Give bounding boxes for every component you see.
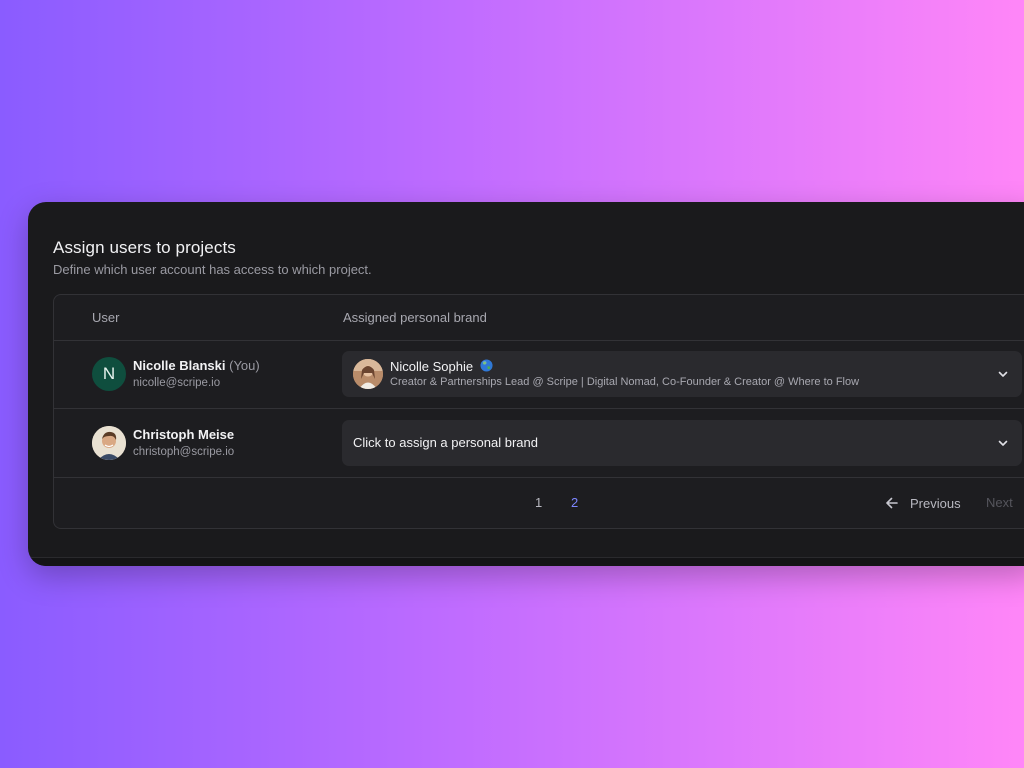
table-row: N Nicolle Blanski (You) nicolle@scripe.i… — [54, 340, 1024, 409]
you-label: (You) — [229, 358, 260, 373]
page-subtitle: Define which user account has access to … — [53, 262, 372, 277]
user-name: Christoph Meise — [133, 427, 234, 442]
user-name: Nicolle Blanski (You) — [133, 358, 260, 373]
page-1-button[interactable]: 1 — [535, 495, 542, 510]
pagination: 1 2 Previous Next — [54, 478, 1024, 528]
avatar — [92, 426, 126, 460]
brand-name: Nicolle Sophie — [390, 359, 493, 374]
table-header: User Assigned personal brand — [54, 295, 1024, 341]
assign-users-card: Assign users to projects Define which us… — [28, 202, 1024, 566]
column-header-brand: Assigned personal brand — [343, 310, 487, 325]
brand-select[interactable]: Nicolle Sophie Creator & Partnerships Le… — [342, 351, 1022, 397]
chevron-down-icon — [998, 440, 1008, 446]
brand-name-text: Nicolle Sophie — [390, 359, 474, 374]
page-title: Assign users to projects — [53, 238, 236, 257]
globe-icon — [480, 359, 493, 372]
column-header-user: User — [92, 310, 120, 325]
previous-label: Previous — [910, 495, 961, 511]
brand-photo-icon — [353, 359, 383, 389]
user-name-text: Christoph Meise — [133, 427, 235, 442]
table-row: Christoph Meise christoph@scripe.io Clic… — [54, 409, 1024, 478]
brand-description: Creator & Partnerships Lead @ Scripe | D… — [390, 376, 860, 388]
next-button[interactable]: Next — [986, 495, 1013, 510]
chevron-down-icon — [998, 371, 1008, 377]
brand-select-placeholder: Click to assign a personal brand — [353, 435, 538, 450]
user-email: nicolle@scripe.io — [133, 377, 221, 389]
brand-select[interactable]: Click to assign a personal brand — [342, 420, 1022, 466]
user-name-text: Nicolle Blanski — [133, 358, 226, 373]
page-2-button[interactable]: 2 — [571, 495, 578, 510]
users-table: User Assigned personal brand N Nicolle B… — [53, 294, 1024, 529]
user-email: christoph@scripe.io — [133, 446, 235, 458]
arrow-left-icon — [886, 497, 898, 509]
user-photo-icon — [92, 426, 126, 460]
avatar-initial: N — [102, 364, 116, 383]
avatar: N — [92, 357, 126, 391]
brand-avatar — [353, 359, 383, 389]
previous-button[interactable]: Previous — [884, 493, 961, 513]
